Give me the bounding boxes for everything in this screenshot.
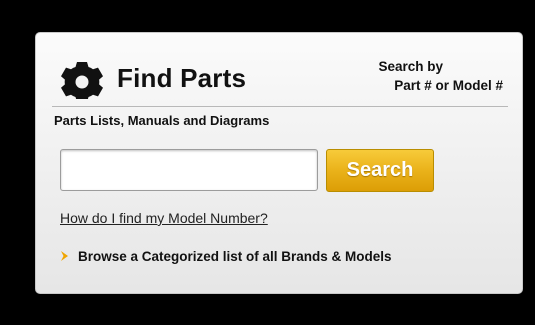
search-by-line-1: Search by — [378, 59, 443, 74]
chevron-right-icon — [61, 251, 68, 261]
panel-header: Find Parts Search by Part # or Model # — [58, 57, 503, 107]
search-by-hint: Search by Part # or Model # — [353, 57, 503, 95]
search-by-line-2: Part # or Model # — [394, 78, 503, 93]
browse-link-label: Browse a Categorized list of all Brands … — [78, 249, 392, 264]
find-parts-panel: Find Parts Search by Part # or Model # P… — [35, 32, 523, 294]
part-model-search-input[interactable] — [60, 149, 318, 191]
page-background: Find Parts Search by Part # or Model # P… — [0, 0, 535, 325]
find-model-number-link[interactable]: How do I find my Model Number? — [60, 210, 268, 226]
panel-title: Find Parts — [117, 63, 247, 93]
header-divider — [52, 106, 508, 107]
gear-icon — [61, 62, 103, 99]
panel-subtitle: Parts Lists, Manuals and Diagrams — [54, 113, 270, 128]
search-button[interactable]: Search — [326, 149, 434, 192]
browse-brands-models-link[interactable]: Browse a Categorized list of all Brands … — [60, 248, 392, 266]
